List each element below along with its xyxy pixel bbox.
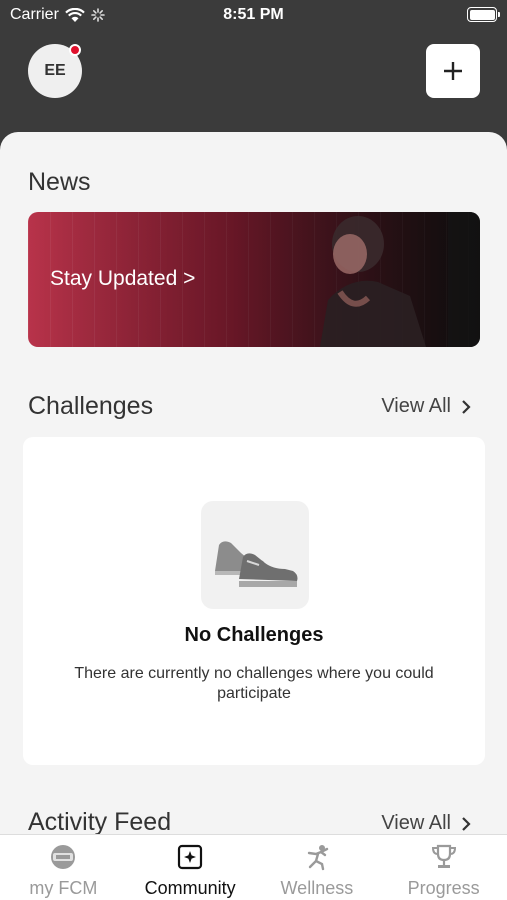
chevron-right-icon [462, 816, 471, 831]
avatar-initials: EE [44, 62, 66, 79]
status-time: 8:51 PM [223, 6, 284, 23]
tab-label: Progress [407, 878, 480, 898]
tab-label: Community [144, 878, 236, 898]
community-icon [178, 844, 203, 870]
tab-wellness[interactable]: Wellness [254, 835, 381, 900]
activity-feed-title: Activity Feed [28, 808, 172, 836]
tab-label: my FCM [29, 878, 98, 898]
wellness-icon [307, 845, 329, 871]
trophy-icon [431, 844, 456, 868]
news-banner[interactable]: Stay Updated > [28, 212, 480, 347]
tab-my-fcm[interactable]: my FCM [0, 835, 127, 900]
empty-state-icon-box [201, 501, 309, 609]
activity-feed-view-all-button[interactable]: View All [381, 812, 471, 835]
battery-icon [467, 7, 500, 22]
main-sheet: News Stay Updated > Challenges View All [0, 132, 507, 837]
plus-icon [444, 62, 462, 80]
challenges-view-all-button[interactable]: View All [381, 395, 471, 418]
empty-state-title: No Challenges [184, 624, 324, 646]
fcm-logo-icon [51, 845, 76, 869]
status-bar: Carrier 8:51 PM [0, 0, 507, 32]
avatar[interactable]: EE [28, 44, 82, 98]
news-banner-text: Stay Updated > [50, 267, 196, 290]
chevron-right-icon [462, 399, 471, 414]
tab-label: Wellness [280, 878, 354, 898]
news-title: News [28, 168, 91, 196]
tab-bar: my FCM Community Wellness Progress [0, 834, 507, 900]
activity-feed-view-all-label: View All [381, 812, 451, 834]
challenges-view-all-label: View All [381, 395, 451, 417]
empty-state-description: There are currently no challenges where … [74, 665, 434, 702]
add-button[interactable] [426, 44, 480, 98]
notification-dot [69, 44, 81, 56]
challenges-card: No Challenges There are currently no cha… [23, 437, 485, 765]
challenges-title: Challenges [28, 392, 154, 420]
sneakers-icon [215, 541, 298, 587]
tab-progress[interactable]: Progress [380, 835, 507, 900]
tab-community[interactable]: Community [127, 835, 254, 900]
